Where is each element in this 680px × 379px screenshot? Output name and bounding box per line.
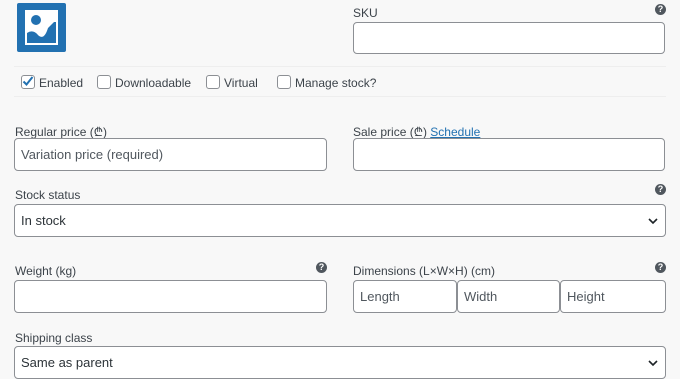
chevron-down-icon [648,217,658,224]
manage-stock-label: Manage stock? [295,76,377,90]
divider-top [14,66,666,67]
shipping-class-value: Same as parent [21,355,113,370]
manage-stock-checkbox[interactable] [277,75,291,89]
sale-price-input[interactable] [353,138,665,171]
variation-image-upload[interactable] [17,3,66,52]
stock-status-help-icon[interactable]: ? [655,184,666,195]
virtual-label: Virtual [224,76,258,90]
enabled-checkbox[interactable] [21,75,35,89]
divider-options [14,96,666,97]
stock-status-label: Stock status [15,188,81,202]
dimension-height-input[interactable] [560,280,666,313]
sale-price-label-text: Sale price (₾) [353,125,427,139]
dimension-width-input[interactable] [457,280,560,313]
weight-help-icon[interactable]: ? [316,262,327,273]
checkmark-icon [22,76,34,86]
sku-help-icon[interactable]: ? [655,4,666,15]
dimension-length-input[interactable] [353,280,457,313]
weight-input[interactable] [14,280,327,313]
weight-label: Weight (kg) [15,264,77,278]
downloadable-label: Downloadable [115,76,192,90]
virtual-checkbox[interactable] [206,75,220,89]
shipping-class-label: Shipping class [15,331,93,345]
stock-status-select[interactable]: In stock [14,204,666,237]
regular-price-input[interactable] [14,138,327,171]
sku-input[interactable] [353,22,665,54]
shipping-class-select[interactable]: Same as parent [14,346,666,379]
enabled-label: Enabled [39,76,84,90]
dimensions-help-icon[interactable]: ? [655,262,666,273]
schedule-link[interactable]: Schedule [430,125,480,139]
stock-status-value: In stock [21,213,66,228]
chevron-down-icon [648,359,658,366]
sku-label: SKU [353,6,378,20]
downloadable-checkbox[interactable] [97,75,111,89]
image-placeholder-icon [25,10,58,45]
dimensions-label: Dimensions (L×W×H) (cm) [353,264,496,278]
